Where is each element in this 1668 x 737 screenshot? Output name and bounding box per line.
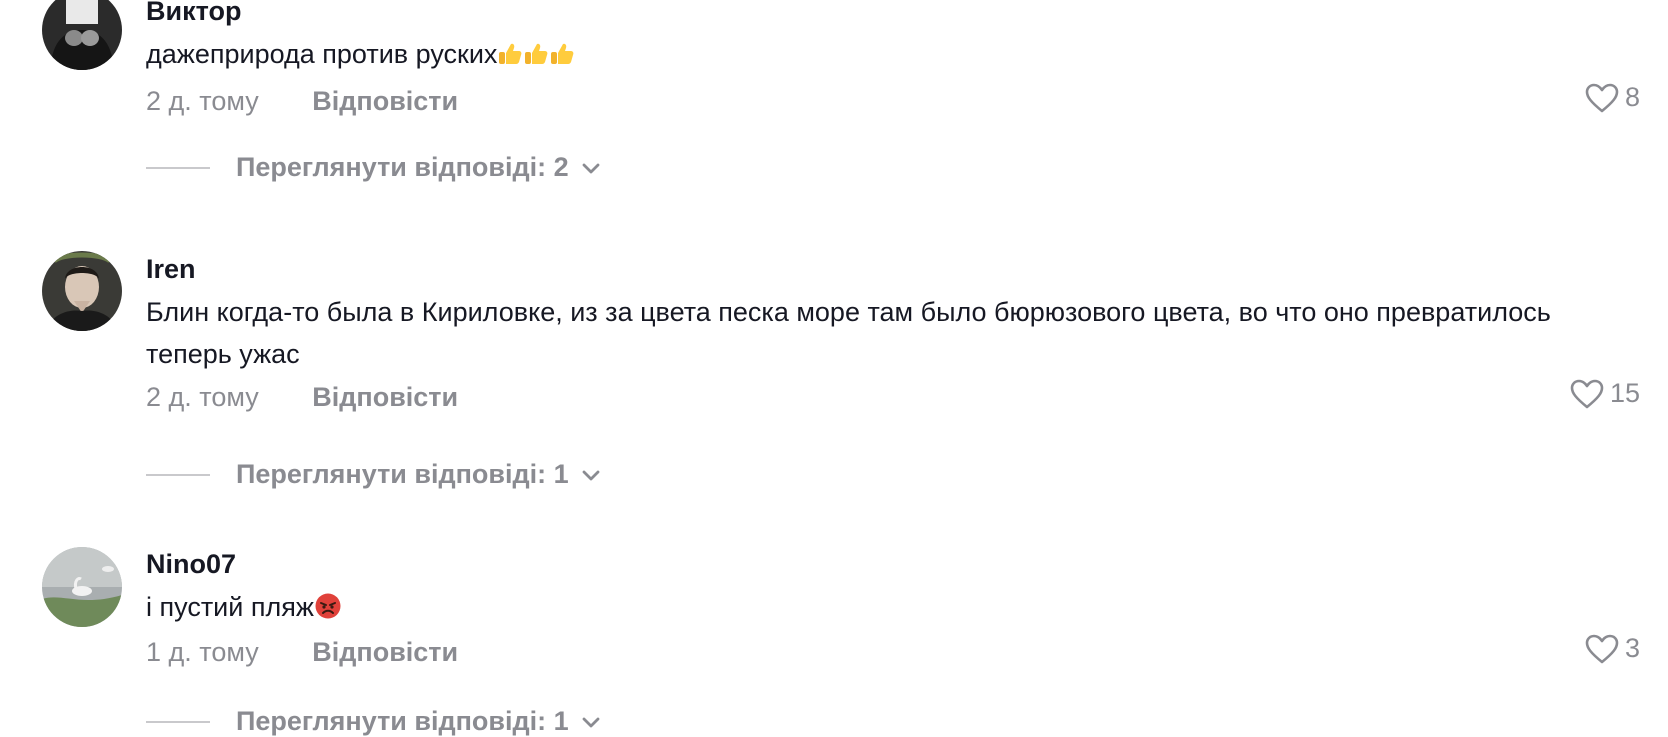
like-button[interactable]: 15 (1570, 378, 1640, 409)
view-replies-label: Переглянути відповіді: 2 (236, 152, 569, 182)
like-button[interactable]: 3 (1585, 633, 1640, 664)
view-replies-label: Переглянути відповіді: 1 (236, 459, 569, 489)
comment-meta: 1 д. тому Відповісти (146, 637, 458, 668)
heart-outline-icon (1585, 634, 1619, 664)
divider-line (146, 720, 210, 723)
comment-timestamp: 2 д. тому (146, 86, 259, 116)
comment-timestamp: 2 д. тому (146, 382, 259, 412)
comment-text: і пустий пляж (146, 586, 1566, 632)
like-count: 8 (1624, 82, 1640, 112)
comment-username[interactable]: Nino07 (146, 549, 236, 580)
comment-username[interactable]: Виктор (146, 0, 241, 27)
reply-button[interactable]: Відповісти (312, 86, 458, 116)
comment-username[interactable]: Iren (146, 254, 196, 285)
view-replies-button[interactable]: Переглянути відповіді: 2 (146, 152, 601, 183)
comment-text: дажеприрода против руских (146, 33, 1566, 79)
heart-outline-icon (1570, 379, 1604, 409)
chevron-down-icon (581, 459, 601, 490)
chevron-down-icon (581, 152, 601, 183)
view-replies-button[interactable]: Переглянути відповіді: 1 (146, 459, 601, 490)
chevron-down-icon (581, 706, 601, 737)
view-replies-label: Переглянути відповіді: 1 (236, 706, 569, 736)
view-replies-button[interactable]: Переглянути відповіді: 1 (146, 706, 601, 737)
comment-meta: 2 д. тому Відповісти (146, 86, 458, 117)
comment-timestamp: 1 д. тому (146, 637, 259, 667)
comment-text-content: Блин когда-то была в Кириловке, из за цв… (146, 297, 1551, 369)
comment-text: Блин когда-то была в Кириловке, из за цв… (146, 291, 1566, 375)
avatar[interactable] (42, 0, 122, 70)
comment-text-content: дажеприрода против руских (146, 39, 498, 69)
divider-line (146, 166, 210, 169)
like-count: 3 (1624, 633, 1640, 663)
angry-face-icon (314, 590, 342, 632)
comment-text-content: і пустий пляж (146, 592, 314, 622)
heart-outline-icon (1585, 83, 1619, 113)
like-count: 15 (1609, 378, 1640, 408)
thumbs-up-icon (549, 37, 575, 79)
thumbs-up-icon (523, 37, 549, 79)
comment-meta: 2 д. тому Відповісти (146, 382, 458, 413)
reply-button[interactable]: Відповісти (312, 382, 458, 412)
avatar[interactable] (42, 251, 122, 331)
like-button[interactable]: 8 (1585, 82, 1640, 113)
divider-line (146, 473, 210, 476)
thumbs-up-icon (497, 37, 523, 79)
reply-button[interactable]: Відповісти (312, 637, 458, 667)
avatar[interactable] (42, 547, 122, 627)
